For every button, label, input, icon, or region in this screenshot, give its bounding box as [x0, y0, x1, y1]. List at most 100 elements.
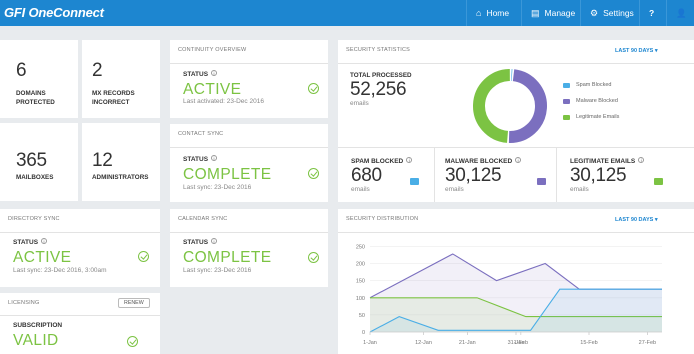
renew-button[interactable]: RENEW	[118, 298, 150, 308]
x-tick-label: 21-Jan	[459, 340, 476, 346]
info-icon[interactable]: i	[211, 70, 218, 76]
check-icon	[138, 251, 149, 262]
legitimate-emails-unit: emails	[570, 186, 589, 193]
domains-label: DOMAINS PROTECTED	[16, 90, 55, 106]
tile-mailboxes[interactable]: 365 MAILBOXES	[0, 123, 78, 201]
malware-blocked-unit: emails	[445, 186, 464, 193]
donut-slice-malware	[508, 69, 547, 143]
legend-swatch	[563, 82, 570, 88]
calendar-sync-card: CALENDAR SYNC STATUS i COMPLETE Last sync…	[170, 209, 328, 287]
directory-sync-sub: Last sync: 23-Dec 2016, 3:00am	[13, 267, 107, 274]
security-stats-title: SECURITY STATISTICS	[346, 47, 411, 53]
y-tick-label: 250	[356, 244, 365, 250]
x-tick-label: 12-Jan	[415, 340, 432, 346]
spam-blocked-stat[interactable]: SPAM BLOCKED i 680 emails	[338, 148, 434, 202]
continuity-status: ACTIVE	[183, 81, 242, 98]
nav-divider	[639, 0, 640, 26]
user-icon: 👤	[676, 7, 687, 18]
contact-sync-sub: Last sync: 23-Dec 2016	[183, 184, 252, 191]
nav-settings-label: Settings	[603, 8, 634, 18]
contact-sync-card: CONTACT SYNC STATUS i COMPLETE Last sync:…	[170, 124, 328, 202]
info-icon[interactable]: i	[638, 157, 645, 163]
subscription-label: SUBSCRIPTION	[13, 322, 63, 329]
x-tick-label: 27-Feb	[639, 340, 656, 346]
legitimate-emails-label: LEGITIMATE EMAILS i	[570, 157, 645, 165]
spam-blocked-unit: emails	[351, 186, 370, 193]
nav-home[interactable]: ⌂ Home	[476, 0, 509, 26]
continuity-status-label: STATUS i	[183, 70, 218, 78]
y-tick-label: 0	[362, 330, 365, 336]
nav-divider	[466, 0, 467, 26]
tile-domains[interactable]: 6 DOMAINS PROTECTED	[0, 40, 78, 118]
chevron-down-icon: ▾	[654, 48, 658, 54]
spam-blocked-value: 680	[351, 165, 382, 186]
malware-blocked-stat[interactable]: MALWARE BLOCKED i 30,125 emails	[435, 148, 556, 202]
licensing-card: LICENSING RENEW SUBSCRIPTION VALID	[0, 293, 160, 354]
malware-blocked-value: 30,125	[445, 165, 502, 186]
home-icon: ⌂	[476, 8, 482, 18]
divider	[338, 63, 694, 64]
legitimate-emails-stat[interactable]: LEGITIMATE EMAILS i 30,125 emails	[557, 148, 694, 202]
mx-label: MX RECORDS INCORRECT	[92, 90, 135, 106]
continuity-sub: Last activated: 23-Dec 2016	[183, 98, 264, 105]
divider	[170, 232, 328, 233]
help-button[interactable]: ?	[649, 0, 654, 26]
info-icon[interactable]: i	[515, 157, 522, 163]
legend-swatch	[563, 98, 570, 104]
legend-swatch	[563, 114, 570, 120]
legend-legitimate: Legitimate Emails	[563, 114, 619, 120]
help-icon: ?	[649, 8, 655, 18]
nav-divider	[521, 0, 522, 26]
directory-sync-status: ACTIVE	[13, 249, 72, 266]
x-tick-label: 1-Jan	[363, 340, 377, 346]
legend-malware: Malware Blocked	[563, 98, 618, 104]
total-processed-value: 52,256	[350, 79, 407, 100]
logo[interactable]: GFI OneConnect	[4, 5, 104, 20]
tile-mx-records[interactable]: 2 MX RECORDS INCORRECT	[82, 40, 160, 118]
y-tick-label: 50	[359, 313, 365, 319]
x-tick-label: 1-Feb	[514, 340, 528, 346]
check-icon	[308, 252, 319, 263]
total-processed-unit: emails	[350, 100, 369, 107]
divider	[0, 232, 160, 233]
info-icon[interactable]: i	[211, 238, 218, 244]
range-dropdown[interactable]: LAST 90 DAYS ▾	[615, 217, 658, 223]
security-statistics-card: SECURITY STATISTICS LAST 90 DAYS ▾ TOTAL…	[338, 40, 694, 202]
spam-color-bar	[410, 178, 419, 185]
user-button[interactable]: 👤	[676, 0, 687, 26]
chevron-down-icon: ▾	[654, 217, 658, 223]
gear-icon: ⚙	[590, 7, 599, 18]
info-icon[interactable]: i	[41, 238, 48, 244]
y-tick-label: 150	[356, 279, 365, 285]
nav-settings[interactable]: ⚙ Settings	[590, 0, 634, 26]
contact-sync-status-label: STATUS i	[183, 155, 218, 163]
directory-sync-title: DIRECTORY SYNC	[8, 216, 60, 222]
contact-sync-status: COMPLETE	[183, 166, 272, 183]
licensing-title: LICENSING	[8, 300, 40, 306]
nav-manage[interactable]: ▤ Manage	[531, 0, 575, 26]
spam-blocked-label: SPAM BLOCKED i	[351, 157, 413, 165]
admins-label: ADMINISTRATORS	[92, 174, 149, 181]
top-bar: GFI OneConnect ⌂ Home ▤ Manage ⚙ Setting…	[0, 0, 694, 26]
divider	[0, 315, 160, 316]
mailboxes-label: MAILBOXES	[16, 174, 54, 181]
calendar-sync-title: CALENDAR SYNC	[178, 216, 228, 222]
mailboxes-value: 365	[16, 150, 47, 171]
y-tick-label: 100	[356, 296, 365, 302]
calendar-sync-sub: Last sync: 23-Dec 2016	[183, 267, 252, 274]
range-dropdown[interactable]: LAST 90 DAYS ▾	[615, 48, 658, 54]
continuity-title: CONTINUITY OVERVIEW	[178, 47, 247, 53]
mx-value: 2	[92, 60, 103, 81]
total-processed-label: TOTAL PROCESSED	[350, 72, 412, 79]
security-distribution-title: SECURITY DISTRIBUTION	[346, 216, 419, 222]
tile-administrators[interactable]: 12 ADMINISTRATORS	[82, 123, 160, 201]
divider	[170, 63, 328, 64]
info-icon[interactable]: i	[211, 155, 218, 161]
info-icon[interactable]: i	[406, 157, 413, 163]
nav-manage-label: Manage	[544, 8, 576, 18]
domains-value: 6	[16, 60, 27, 81]
admins-value: 12	[92, 150, 113, 171]
donut-chart	[473, 69, 547, 143]
subscription-status: VALID	[13, 332, 59, 349]
nav-divider	[580, 0, 581, 26]
